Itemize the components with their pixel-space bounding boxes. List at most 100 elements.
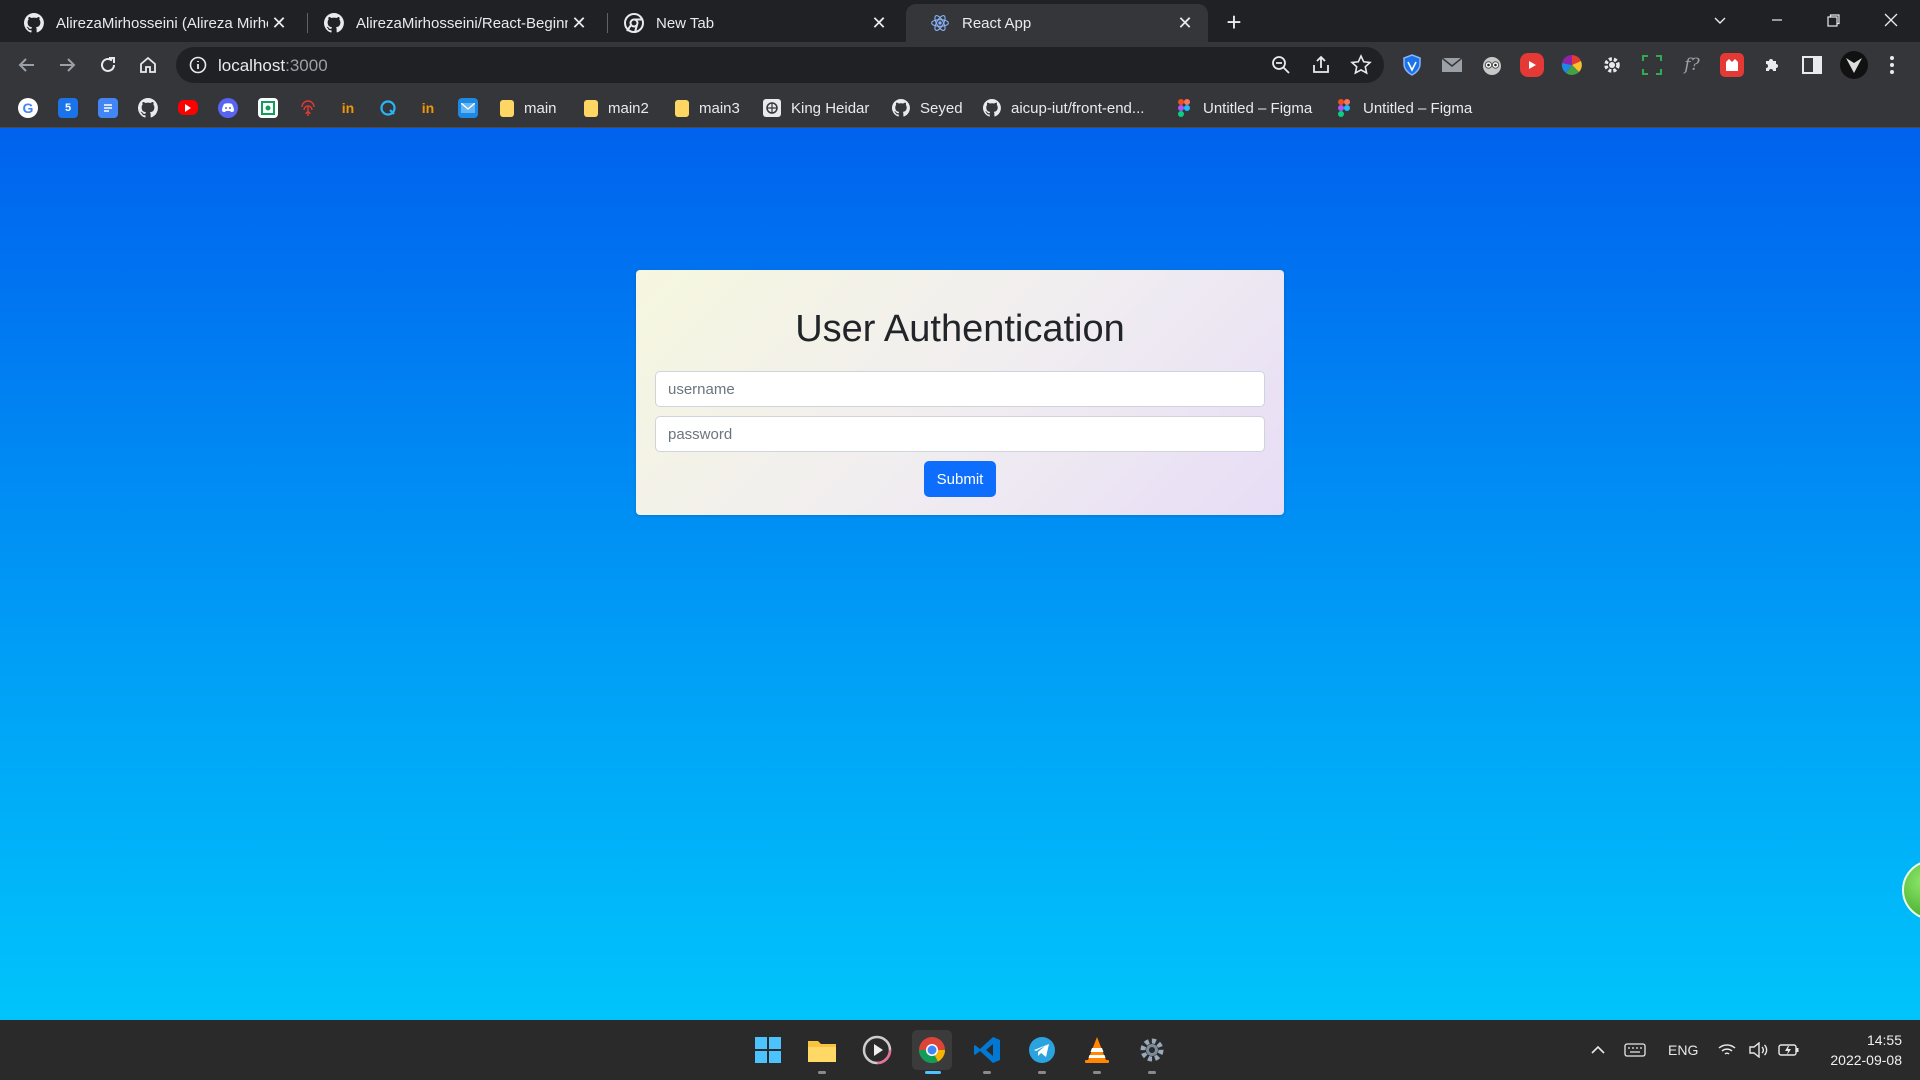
page-viewport: User Authentication Submit <box>0 128 1920 1020</box>
discord-bookmark-icon[interactable] <box>218 98 238 118</box>
forward-arrow-icon <box>60 58 76 72</box>
battery-icon[interactable] <box>1778 1020 1800 1080</box>
bookmark-folder-main2[interactable]: main2 <box>584 98 649 118</box>
github-bookmark-icon[interactable] <box>138 98 158 118</box>
share-icon[interactable] <box>1310 54 1332 76</box>
side-panel-icon[interactable] <box>1800 53 1824 77</box>
username-input[interactable] <box>655 371 1265 407</box>
taskbar-vlc[interactable] <box>1077 1030 1117 1074</box>
taskbar-vscode[interactable] <box>967 1030 1007 1074</box>
tab-github-profile[interactable]: AlirezaMirhosseini (Alireza Mirhosseini)… <box>0 4 302 42</box>
google-bookmark-icon[interactable]: G <box>18 98 38 118</box>
inoreader-bookmark-icon[interactable]: in <box>338 98 358 118</box>
tab-title: AlirezaMirhosseini/React-Beginner <box>356 14 568 32</box>
taskbar-chrome[interactable] <box>912 1030 952 1074</box>
floating-assistant-bubble[interactable] <box>1902 860 1920 920</box>
touch-keyboard-button[interactable] <box>1624 1020 1646 1080</box>
minimize-icon[interactable] <box>1752 0 1802 40</box>
bookmark-star-icon[interactable] <box>1350 54 1372 76</box>
figma-icon <box>1335 99 1353 117</box>
volume-icon[interactable] <box>1748 1020 1768 1080</box>
calendar-bookmark-icon[interactable]: 5 <box>58 98 78 118</box>
close-window-icon[interactable] <box>1866 0 1916 40</box>
windows-logo-icon <box>755 1037 781 1063</box>
folder-icon <box>584 99 598 117</box>
red-extension-icon[interactable] <box>1720 53 1744 77</box>
chrome-icon <box>624 13 644 33</box>
bookmark-label: Untitled – Figma <box>1203 99 1313 117</box>
gear-extension-icon[interactable] <box>1600 53 1624 77</box>
bookmark-king-heidar[interactable]: King Heidar <box>763 98 869 118</box>
language-indicator[interactable]: ENG <box>1668 1020 1698 1080</box>
password-input[interactable] <box>655 416 1265 452</box>
fingerprint-bookmark-icon[interactable] <box>298 98 318 118</box>
tab-search-icon[interactable] <box>1695 0 1745 40</box>
close-tab-icon[interactable]: ✕ <box>268 12 290 34</box>
gear-icon <box>1140 1038 1164 1062</box>
close-tab-icon[interactable]: ✕ <box>1174 12 1196 34</box>
youtube-extension-icon[interactable] <box>1520 53 1544 77</box>
bookmark-folder-main3[interactable]: main3 <box>675 98 740 118</box>
home-button[interactable] <box>133 50 163 80</box>
profile-avatar-icon[interactable] <box>1840 51 1868 79</box>
taskbar-file-explorer[interactable] <box>802 1030 842 1074</box>
bookmark-seyed[interactable]: Seyed <box>892 98 963 118</box>
tab-title: React App <box>962 14 1032 32</box>
address-bar[interactable]: localhost:3000 <box>176 47 1384 83</box>
menu-kebab-icon[interactable] <box>1880 53 1904 77</box>
running-indicator <box>1038 1071 1046 1074</box>
puzzle-extensions-icon[interactable] <box>1760 53 1784 77</box>
reload-button[interactable] <box>93 50 123 80</box>
crypto-bookmark-icon[interactable] <box>258 98 278 118</box>
home-icon <box>140 56 156 73</box>
docs-bookmark-icon[interactable] <box>98 98 118 118</box>
info-icon[interactable] <box>188 55 208 75</box>
color-wheel-extension-icon[interactable] <box>1560 53 1584 77</box>
shield-extension-icon[interactable] <box>1400 53 1424 77</box>
site-icon <box>763 99 781 117</box>
q-bookmark-icon[interactable] <box>378 98 398 118</box>
back-button[interactable] <box>12 50 42 80</box>
bookmark-figma-1[interactable]: Untitled – Figma <box>1175 98 1312 118</box>
mail-extension-icon[interactable] <box>1440 53 1464 77</box>
mail-bookmark-icon[interactable] <box>458 98 478 118</box>
submit-button[interactable]: Submit <box>924 461 996 497</box>
bookmark-folder-main[interactable]: main <box>500 98 557 118</box>
font-extension-icon[interactable]: f? <box>1680 53 1704 77</box>
tab-title: New Tab <box>656 14 715 32</box>
inoreader-bookmark-icon-2[interactable]: in <box>418 98 438 118</box>
taskbar-clock[interactable]: 14:55 2022-09-08 <box>1812 1030 1902 1070</box>
screenshot-extension-icon[interactable] <box>1640 53 1664 77</box>
restore-icon[interactable] <box>1808 0 1858 40</box>
taskbar-settings[interactable] <box>1132 1030 1172 1074</box>
bookmark-label: aicup-iut/front-end... <box>1011 99 1145 117</box>
figma-icon <box>1175 99 1193 117</box>
telegram-icon <box>1029 1037 1055 1063</box>
wifi-icon[interactable] <box>1718 1020 1736 1080</box>
github-icon <box>24 13 44 33</box>
bookmark-figma-2[interactable]: Untitled – Figma <box>1335 98 1472 118</box>
forward-button[interactable] <box>52 50 82 80</box>
chevron-up-icon <box>1591 1045 1605 1054</box>
taskbar-telegram[interactable] <box>1022 1030 1062 1074</box>
show-hidden-icons-button[interactable] <box>1590 1020 1606 1080</box>
new-tab-button[interactable]: + <box>1220 9 1248 37</box>
folder-icon <box>808 1041 836 1062</box>
github-icon <box>892 99 910 117</box>
close-tab-icon[interactable]: ✕ <box>568 12 590 34</box>
owl-extension-icon[interactable] <box>1480 53 1504 77</box>
tab-github-repo[interactable]: AlirezaMirhosseini/React-Beginner ✕ <box>300 4 602 42</box>
taskbar-media-player[interactable] <box>857 1030 897 1070</box>
bookmark-label: Untitled – Figma <box>1363 99 1473 117</box>
react-icon <box>931 15 949 31</box>
auth-card: User Authentication Submit <box>636 270 1284 515</box>
url-text[interactable]: localhost:3000 <box>218 56 328 76</box>
zoom-icon[interactable] <box>1270 54 1292 76</box>
tab-react-app[interactable]: React App ✕ <box>906 4 1208 42</box>
tab-new-tab[interactable]: New Tab ✕ <box>600 4 902 42</box>
close-tab-icon[interactable]: ✕ <box>868 12 890 34</box>
url-host: localhost <box>218 56 286 75</box>
youtube-bookmark-icon[interactable] <box>178 100 198 115</box>
start-button[interactable] <box>748 1030 788 1070</box>
bookmark-aicup[interactable]: aicup-iut/front-end... <box>983 98 1144 118</box>
